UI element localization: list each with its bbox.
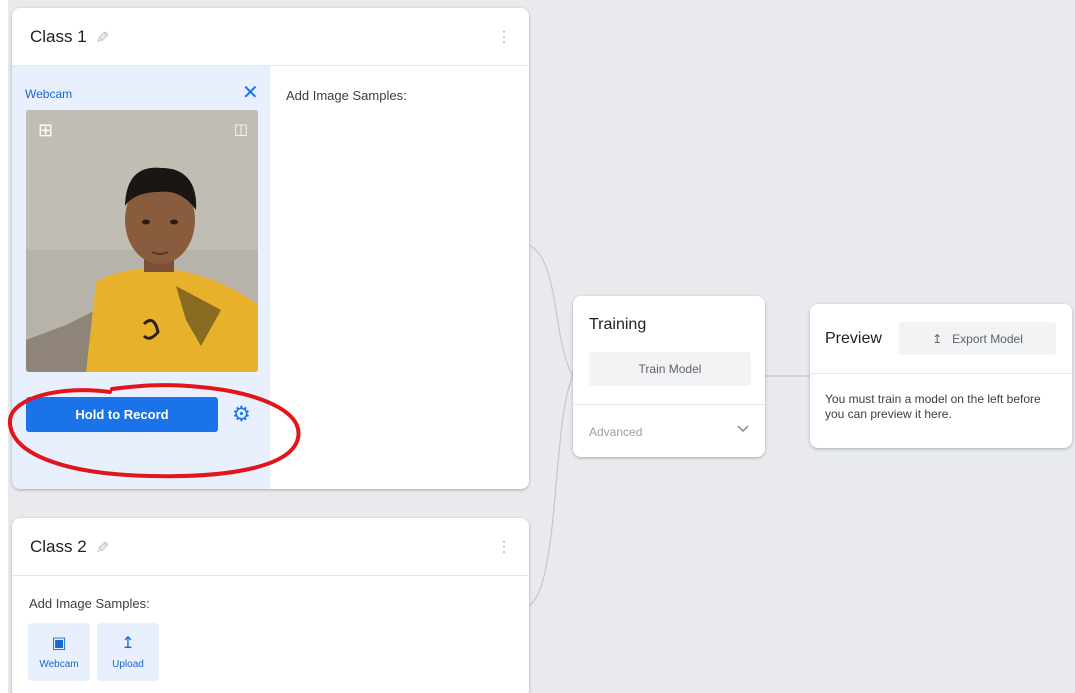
add-image-samples-label: Add Image Samples: (29, 596, 150, 611)
upload-source-label: Upload (112, 658, 144, 670)
divider (573, 404, 765, 405)
training-card: Training Train Model Advanced (573, 296, 765, 457)
upload-source-button[interactable]: ↥ Upload (97, 623, 159, 681)
webcam-source-button[interactable]: ▣ Webcam (28, 623, 90, 681)
upload-icon: ↥ (121, 634, 135, 652)
train-model-button[interactable]: Train Model (589, 352, 751, 386)
more-vert-icon[interactable]: ⋯ (495, 539, 512, 554)
export-model-label: Export Model (952, 331, 1023, 346)
class-2-title[interactable]: Class 2 (30, 537, 87, 557)
export-model-button[interactable]: ↥ Export Model (899, 322, 1056, 355)
preview-card: Preview ↥ Export Model You must train a … (810, 304, 1072, 448)
preview-message: You must train a model on the left befor… (825, 392, 1041, 421)
class-2-card: Class 2 ✎ ⋯ Add Image Samples: ▣ Webcam … (12, 518, 529, 693)
upload-icon: ↥ (932, 331, 943, 346)
pencil-icon[interactable]: ✎ (91, 540, 111, 553)
videocam-icon: ▣ (51, 634, 67, 652)
chevron-down-icon[interactable] (735, 420, 751, 436)
training-title: Training (589, 316, 647, 333)
webcam-source-label: Webcam (39, 658, 79, 670)
advanced-toggle-label[interactable]: Advanced (589, 425, 642, 439)
preview-title: Preview (825, 330, 882, 347)
class-2-header: Class 2 ✎ ⋯ (12, 518, 529, 576)
divider (810, 373, 1072, 374)
